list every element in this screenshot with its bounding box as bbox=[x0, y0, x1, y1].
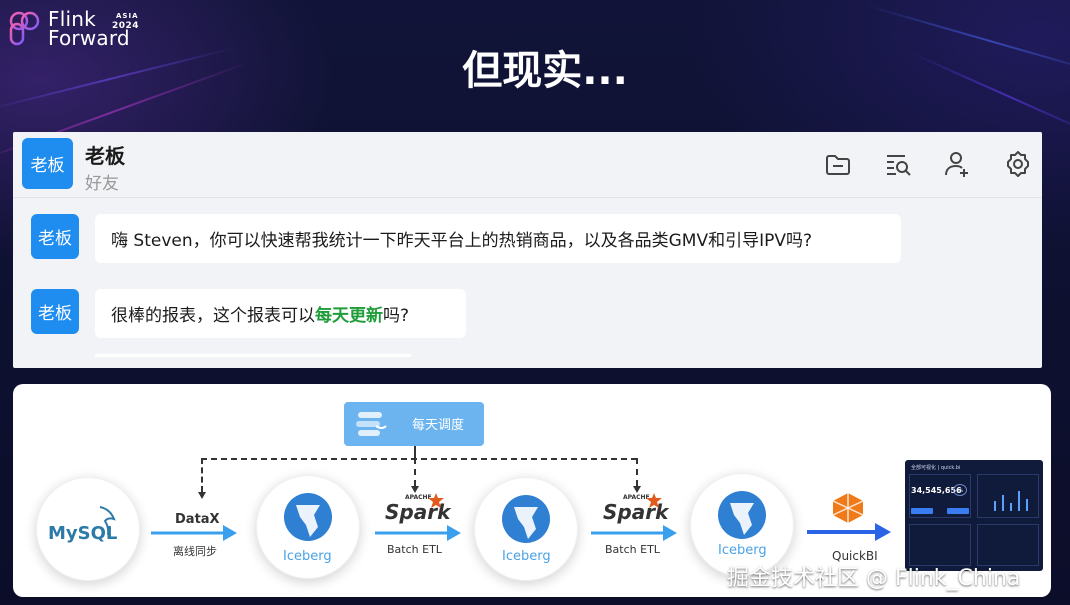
arrow-head-icon bbox=[198, 492, 206, 499]
dashboard-thumbnail: 全部可视化 | quick.bi 34,545,656 1% bbox=[905, 460, 1043, 571]
logo-region: ASIA bbox=[116, 12, 139, 20]
schedule-line bbox=[636, 458, 638, 486]
spark-star-icon bbox=[428, 493, 444, 508]
scheduler-icon bbox=[356, 412, 387, 436]
iceberg-logo-icon bbox=[718, 491, 766, 539]
offline-sync-label: 离线同步 bbox=[173, 545, 217, 558]
iceberg-label: Iceberg bbox=[283, 549, 332, 564]
message-avatar[interactable]: 老板 bbox=[31, 289, 79, 334]
dashboard-header: 全部可视化 | quick.bi bbox=[911, 465, 961, 471]
search-list-icon[interactable] bbox=[883, 149, 913, 179]
iceberg-logo-icon bbox=[284, 493, 332, 541]
message-bubble: 很棒的报表，这个报表可以 每天更新 吗? bbox=[95, 289, 466, 338]
iceberg-label: Iceberg bbox=[502, 549, 551, 564]
batch-etl-label: Batch ETL bbox=[387, 543, 442, 556]
iceberg-label: Iceberg bbox=[718, 543, 767, 558]
iceberg-node: Iceberg bbox=[256, 475, 360, 579]
flow-arrow-icon bbox=[807, 523, 891, 541]
flow-arrow-icon bbox=[375, 525, 461, 541]
dashboard-button bbox=[947, 508, 969, 514]
chat-header: 老板 老板 好友 bbox=[13, 132, 1042, 198]
add-user-icon[interactable] bbox=[943, 149, 973, 179]
folder-icon[interactable] bbox=[823, 149, 853, 179]
schedule-line bbox=[201, 458, 203, 492]
contact-subtitle: 好友 bbox=[85, 174, 119, 194]
arrow-head-icon bbox=[633, 486, 641, 493]
message-text-after: 吗? bbox=[383, 306, 410, 326]
message-text: 嗨 Steven，你可以快速帮我统计一下昨天平台上的热销商品，以及各品类GMV和… bbox=[111, 231, 812, 251]
chat-window: 老板 老板 好友 老板 嗨 Steven，你可以快速帮我统计一下昨天平台上的热销 bbox=[13, 132, 1042, 368]
logo-year: 2024 bbox=[112, 21, 140, 31]
spark-star-icon bbox=[646, 493, 662, 508]
mysql-logo-icon: MySQL bbox=[48, 506, 117, 544]
message-highlight: 每天更新 bbox=[315, 306, 383, 326]
dashboard-button bbox=[911, 508, 933, 514]
schedule-line bbox=[201, 458, 637, 460]
flow-arrow-icon bbox=[591, 525, 677, 541]
message-text-before: 很棒的报表，这个报表可以 bbox=[111, 306, 315, 326]
dashboard-chart-panel bbox=[977, 474, 1039, 518]
batch-etl-label: Batch ETL bbox=[605, 543, 660, 556]
contact-name[interactable]: 老板 bbox=[85, 140, 125, 169]
message-avatar[interactable]: 老板 bbox=[31, 214, 79, 259]
quickbi-logo-icon bbox=[832, 493, 864, 523]
arrow-head-icon bbox=[411, 486, 419, 493]
scheduler-label: 每天调度 bbox=[412, 418, 465, 433]
watermark: 掘金技术社区 @ Flink_China bbox=[727, 566, 1021, 591]
message-bubble: 嗨 Steven，你可以快速帮我统计一下昨天平台上的热销商品，以及各品类GMV和… bbox=[95, 214, 901, 263]
settings-gear-icon[interactable] bbox=[1003, 149, 1033, 179]
iceberg-logo-icon bbox=[502, 495, 550, 543]
mysql-logo-text: MySQL bbox=[48, 523, 117, 544]
schedule-line bbox=[414, 458, 416, 486]
contact-avatar[interactable]: 老板 bbox=[22, 138, 73, 189]
message-bubble-partial bbox=[95, 354, 411, 357]
slide-title: 但现实... bbox=[462, 48, 628, 94]
iceberg-node: Iceberg bbox=[474, 477, 578, 581]
scheduler-box: 每天调度 bbox=[344, 402, 484, 446]
flow-arrow-icon bbox=[151, 525, 237, 541]
mysql-node: MySQL bbox=[36, 477, 140, 581]
schedule-line bbox=[414, 446, 416, 458]
